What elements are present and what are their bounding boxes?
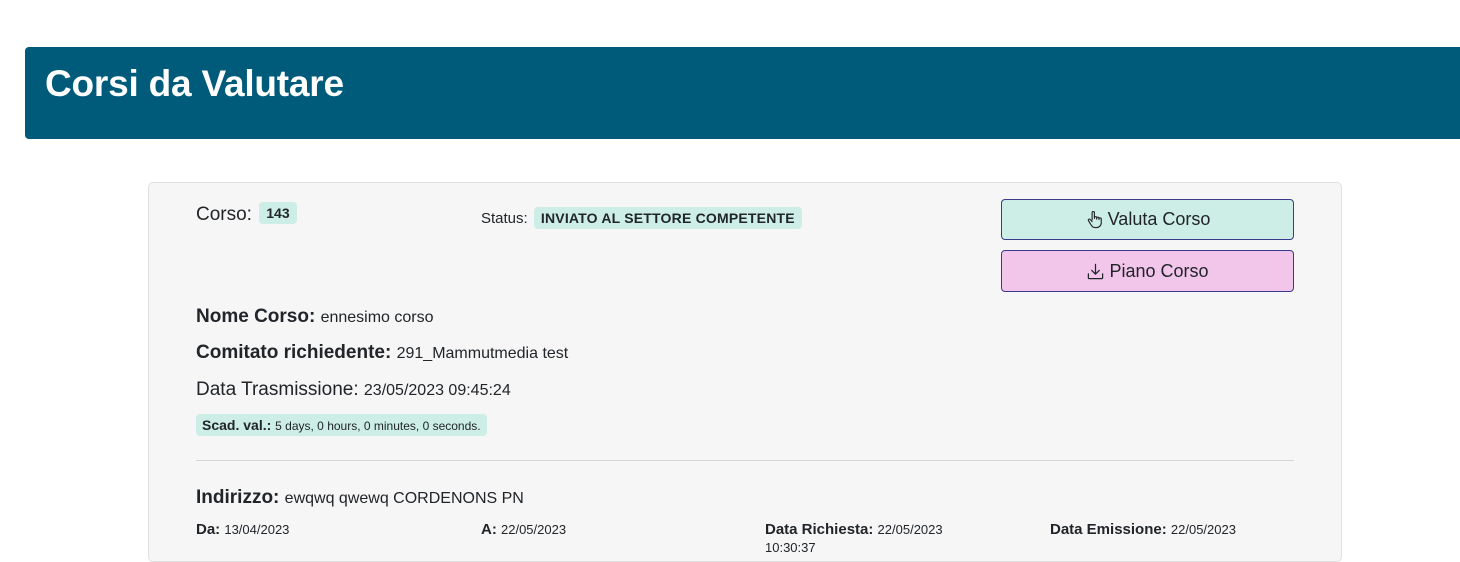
section-divider — [196, 460, 1294, 461]
course-id-badge: 143 — [259, 202, 297, 224]
data-trasmissione-row: Data Trasmissione: 23/05/2023 09:45:24 — [196, 379, 511, 401]
course-card: Corso: 143 Status: INVIATO AL SETTORE CO… — [148, 182, 1342, 562]
data-trasmissione-label: Data Trasmissione: — [196, 379, 359, 400]
nome-corso-value: ennesimo corso — [320, 309, 434, 326]
date-emissione-label: Data Emissione: — [1050, 521, 1167, 538]
scadenza-badge: Scad. val.: 5 days, 0 hours, 0 minutes, … — [196, 414, 487, 436]
valuta-corso-label: Valuta Corso — [1107, 209, 1211, 229]
comitato-value: 291_Mammutmedia test — [396, 345, 569, 362]
date-da-label: Da: — [196, 521, 221, 538]
date-richiesta: Data Richiesta: 22/05/2023 10:30:37 — [765, 521, 943, 557]
date-emissione: Data Emissione: 22/05/2023 — [1050, 521, 1236, 539]
date-emissione-value: 22/05/2023 — [1170, 522, 1236, 537]
date-da: Da: 13/04/2023 — [196, 521, 289, 539]
indirizzo-label: Indirizzo: — [196, 487, 280, 508]
date-richiesta-label: Data Richiesta: — [765, 521, 874, 538]
scadenza-value: 5 days, 0 hours, 0 minutes, 0 seconds. — [275, 419, 481, 433]
indirizzo-value: ewqwq qwewq CORDENONS PN — [284, 490, 524, 507]
data-trasmissione-value: 23/05/2023 09:45:24 — [363, 382, 511, 399]
indirizzo-row: Indirizzo: ewqwq qwewq CORDENONS PN — [196, 487, 524, 509]
date-da-value: 13/04/2023 — [224, 522, 290, 537]
status-row: Status: INVIATO AL SETTORE COMPETENTE — [481, 207, 802, 230]
page-title: Corsi da Valutare — [45, 63, 344, 104]
date-a-value: 22/05/2023 — [501, 522, 567, 537]
download-icon — [1086, 262, 1105, 281]
course-id-row: Corso: 143 — [196, 202, 297, 226]
nome-corso-row: Nome Corso: ennesimo corso — [196, 306, 434, 328]
status-label: Status: — [481, 209, 528, 227]
scadenza-label: Scad. val.: — [202, 417, 272, 433]
page-header: Corsi da Valutare — [25, 47, 1460, 139]
date-a-label: A: — [481, 521, 497, 538]
valuta-corso-button[interactable]: Valuta Corso — [1001, 199, 1294, 240]
piano-corso-label: Piano Corso — [1109, 260, 1209, 281]
date-richiesta-value: 22/05/2023 — [877, 522, 943, 537]
comitato-row: Comitato richiedente: 291_Mammutmedia te… — [196, 342, 568, 364]
hand-pointer-icon — [1085, 210, 1104, 229]
course-id-label: Corso: — [196, 204, 252, 226]
date-a: A: 22/05/2023 — [481, 521, 566, 539]
comitato-label: Comitato richiedente: — [196, 342, 392, 363]
piano-corso-button[interactable]: Piano Corso — [1001, 250, 1294, 292]
nome-corso-label: Nome Corso: — [196, 306, 316, 327]
status-badge: INVIATO AL SETTORE COMPETENTE — [533, 207, 802, 229]
